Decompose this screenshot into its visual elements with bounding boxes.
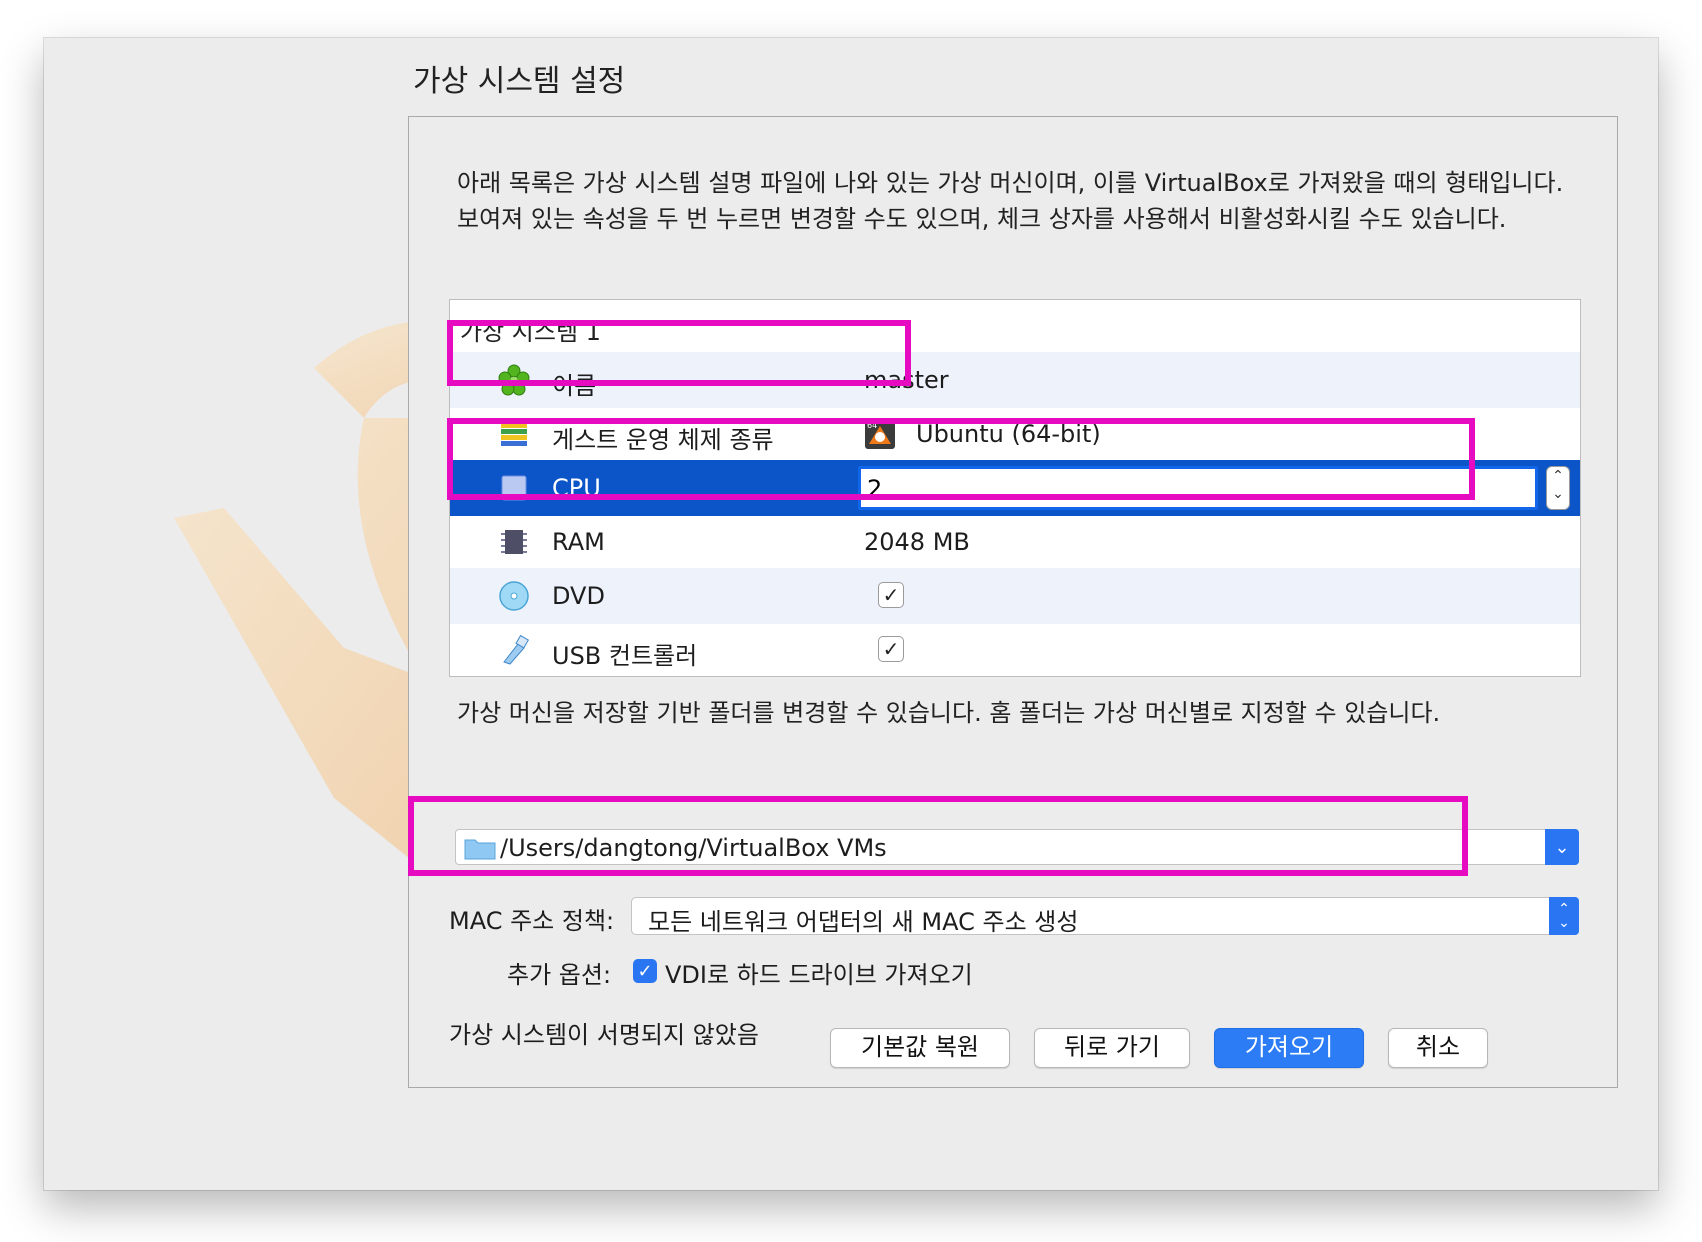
ubuntu-os-icon: 64 <box>865 419 895 449</box>
page-title: 가상 시스템 설정 <box>413 64 626 99</box>
settings-panel: 아래 목록은 가상 시스템 설명 파일에 나와 있는 가상 머신이며, 이를 V… <box>408 116 1618 1088</box>
cpu-icon <box>501 475 527 501</box>
restore-defaults-button[interactable]: 기본값 복원 <box>830 1028 1010 1068</box>
dvd-icon <box>499 581 529 611</box>
row-dvd[interactable]: DVD ✓ <box>450 568 1580 624</box>
svg-text:64: 64 <box>867 421 877 430</box>
row-label: DVD <box>552 582 605 610</box>
mac-policy-select[interactable]: 모든 네트워크 어댑터의 새 MAC 주소 생성 ⌃ ⌄ <box>631 897 1579 936</box>
row-usb[interactable]: USB 컨트롤러 ✓ <box>450 622 1580 676</box>
row-cpu[interactable]: CPU 2 ⌃ ⌄ <box>450 460 1580 516</box>
row-value[interactable]: master <box>864 366 949 394</box>
base-folder-select[interactable]: /Users/dangtong/VirtualBox VMs ⌄ <box>455 829 1579 865</box>
row-name[interactable]: 이름 master <box>450 352 1580 408</box>
os-type-icon <box>501 423 527 446</box>
mac-policy-value: 모든 네트워크 어댑터의 새 MAC 주소 생성 <box>648 908 1079 936</box>
name-icon <box>498 364 530 396</box>
row-label: 게스트 운영 체제 종류 <box>552 426 774 454</box>
row-label: CPU <box>552 474 601 502</box>
import-vdi-checkbox[interactable]: ✓ <box>633 959 657 983</box>
row-value[interactable]: Ubuntu (64-bit) <box>916 420 1101 448</box>
chevron-up-icon[interactable]: ⌃ <box>1552 468 1564 484</box>
description-text: 아래 목록은 가상 시스템 설명 파일에 나와 있는 가상 머신이며, 이를 V… <box>457 169 1564 233</box>
base-folder-path: /Users/dangtong/VirtualBox VMs <box>500 834 887 862</box>
import-dialog-window: 가상 시스템 설정 아래 목록은 가상 시스템 설명 파일에 나와 있는 가상 … <box>44 38 1658 1190</box>
unsigned-status: 가상 시스템이 서명되지 않았음 <box>449 1021 759 1049</box>
import-button[interactable]: 가져오기 <box>1214 1028 1364 1068</box>
folder-icon <box>464 839 496 860</box>
cpu-count-input[interactable]: 2 <box>858 466 1538 510</box>
row-value[interactable]: 2048 MB <box>864 528 970 556</box>
back-button[interactable]: 뒤로 가기 <box>1034 1028 1190 1068</box>
usb-checkbox[interactable]: ✓ <box>878 636 904 662</box>
usb-icon <box>503 634 530 665</box>
cancel-button[interactable]: 취소 <box>1388 1028 1488 1068</box>
ram-icon <box>501 530 527 554</box>
import-vdi-label[interactable]: VDI로 하드 드라이브 가져오기 <box>665 955 973 990</box>
folder-description: 가상 머신을 저장할 기반 폴더를 변경할 수 있습니다. 홈 폴더는 가상 머… <box>457 699 1441 727</box>
cpu-stepper[interactable]: ⌃ ⌄ <box>1546 466 1570 510</box>
vm-header[interactable]: 가상 시스템 1 <box>460 312 601 347</box>
row-label: RAM <box>552 528 605 556</box>
row-label: USB 컨트롤러 <box>552 642 698 670</box>
chevron-down-icon[interactable]: ⌄ <box>1552 486 1564 502</box>
extra-options-label: 추가 옵션: <box>507 961 612 989</box>
row-label: 이름 <box>552 372 597 400</box>
updown-chevron-icon[interactable]: ⌃ ⌄ <box>1549 897 1579 935</box>
chevron-down-icon[interactable]: ⌄ <box>1545 829 1579 865</box>
dvd-checkbox[interactable]: ✓ <box>878 582 904 608</box>
row-os-type[interactable]: 게스트 운영 체제 종류 64 Ubuntu (64-bit) <box>450 406 1580 462</box>
mac-policy-label: MAC 주소 정책: <box>449 907 615 935</box>
vm-properties-list[interactable]: 가상 시스템 1 이름 master 게스트 운영 체제 종류 64 Ubunt… <box>449 299 1581 677</box>
row-ram[interactable]: RAM 2048 MB <box>450 514 1580 570</box>
